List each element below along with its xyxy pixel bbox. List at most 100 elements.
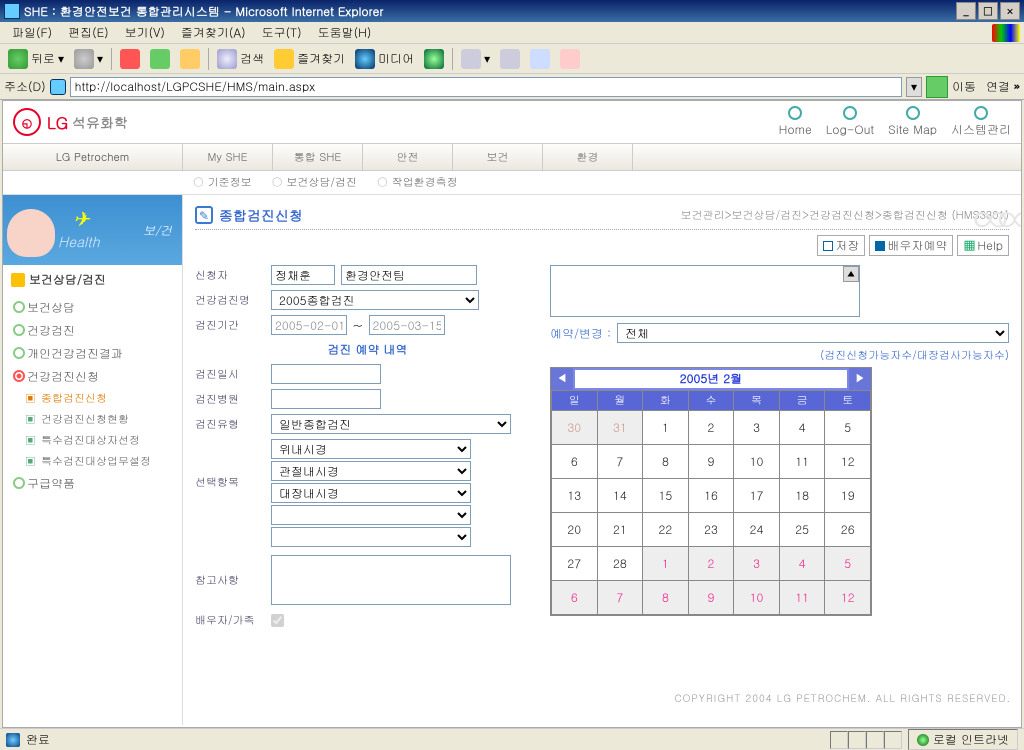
side-apply[interactable]: 건강검진신청	[3, 365, 182, 388]
cal-day[interactable]: 9	[688, 445, 734, 479]
side-sub-special-job[interactable]: 특수검진대상업무설정	[3, 451, 182, 472]
cal-day[interactable]: 24	[734, 513, 780, 547]
go-button[interactable]	[926, 76, 948, 98]
cal-day[interactable]: 1	[643, 411, 689, 445]
media-button[interactable]: 미디어	[351, 47, 418, 71]
tab-safety[interactable]: 안전	[363, 144, 453, 170]
refresh-button[interactable]	[146, 47, 174, 71]
cal-day[interactable]: 7	[597, 445, 643, 479]
scroll-up-icon[interactable]: ▲	[843, 266, 859, 282]
hospital-input[interactable]	[271, 389, 381, 409]
menu-help[interactable]: 도움말(H)	[310, 22, 380, 43]
sysmgr-link[interactable]: 시스템관리	[951, 106, 1011, 138]
menu-edit[interactable]: 편집(E)	[60, 22, 117, 43]
cal-day[interactable]: 18	[779, 479, 825, 513]
family-checkbox[interactable]	[271, 614, 284, 627]
maximize-button[interactable]: □	[978, 2, 998, 20]
cal-day[interactable]: 5	[825, 411, 871, 445]
tab-petrochem[interactable]: LG Petrochem	[3, 144, 183, 170]
side-medicine[interactable]: 구급약품	[3, 472, 182, 495]
cal-day[interactable]: 20	[552, 513, 598, 547]
cal-day[interactable]: 26	[825, 513, 871, 547]
cal-next-button[interactable]: ▶	[849, 368, 871, 390]
period-from-input[interactable]	[271, 315, 347, 335]
home-link[interactable]: Home	[779, 106, 812, 138]
cal-day[interactable]: 30	[552, 411, 598, 445]
cal-day[interactable]: 25	[779, 513, 825, 547]
applicant-name-input[interactable]	[271, 265, 335, 285]
search-button[interactable]: 검색	[213, 47, 268, 71]
sitemap-link[interactable]: Site Map	[888, 106, 937, 138]
side-sub-status[interactable]: 건강검진신청현황	[3, 409, 182, 430]
go-label[interactable]: 이동	[952, 78, 976, 95]
side-sub-apply[interactable]: 종합검진신청	[3, 388, 182, 409]
subnav-consult[interactable]: 보건상담/검진	[272, 175, 357, 190]
tab-health[interactable]: 보건	[453, 144, 543, 170]
spouse-reserve-button[interactable]: 배우자예약	[869, 235, 953, 256]
cal-day[interactable]: 7	[597, 581, 643, 615]
back-button[interactable]: 뒤로 ▾	[4, 47, 68, 71]
cal-day[interactable]: 2	[688, 547, 734, 581]
cal-prev-button[interactable]: ◀	[551, 368, 573, 390]
cal-day[interactable]: 4	[779, 411, 825, 445]
menu-favorites[interactable]: 즐겨찾기(A)	[173, 22, 254, 43]
cal-day[interactable]: 16	[688, 479, 734, 513]
cal-day[interactable]: 19	[825, 479, 871, 513]
subnav-workenv[interactable]: 작업환경측정	[377, 175, 458, 190]
opt3-select[interactable]: 대장내시경	[271, 483, 471, 503]
cal-day[interactable]: 1	[643, 547, 689, 581]
cal-day[interactable]: 11	[779, 445, 825, 479]
cal-day[interactable]: 22	[643, 513, 689, 547]
close-button[interactable]: ×	[1000, 2, 1020, 20]
examdate-input[interactable]	[271, 364, 381, 384]
cal-day[interactable]: 6	[552, 581, 598, 615]
opt4-select[interactable]	[271, 505, 471, 525]
cal-day[interactable]: 27	[552, 547, 598, 581]
cal-day[interactable]: 15	[643, 479, 689, 513]
opt2-select[interactable]: 관절내시경	[271, 461, 471, 481]
more-chevron[interactable]: »	[1014, 78, 1020, 95]
edit-button[interactable]	[526, 47, 554, 71]
cal-day[interactable]: 23	[688, 513, 734, 547]
links-label[interactable]: 연결	[986, 78, 1010, 95]
menu-tools[interactable]: 도구(T)	[254, 22, 310, 43]
cal-day[interactable]: 9	[688, 581, 734, 615]
tab-env[interactable]: 환경	[543, 144, 633, 170]
cal-day[interactable]: 8	[643, 445, 689, 479]
history-button[interactable]	[420, 47, 448, 71]
cal-day[interactable]: 3	[734, 547, 780, 581]
favorites-button[interactable]: 즐겨찾기	[270, 47, 349, 71]
logout-link[interactable]: Log-Out	[826, 106, 874, 138]
cal-day[interactable]: 6	[552, 445, 598, 479]
cal-day[interactable]: 14	[597, 479, 643, 513]
minimize-button[interactable]: _	[956, 2, 976, 20]
stop-button[interactable]	[116, 47, 144, 71]
opt5-select[interactable]	[271, 527, 471, 547]
tab-sheall[interactable]: 통합 SHE	[273, 144, 363, 170]
examtype-select[interactable]: 일반종합검진	[271, 414, 511, 434]
cal-day[interactable]: 4	[779, 547, 825, 581]
cal-day[interactable]: 3	[734, 411, 780, 445]
cal-day[interactable]: 10	[734, 445, 780, 479]
save-button[interactable]: 저장	[817, 235, 865, 256]
cal-day[interactable]: 2	[688, 411, 734, 445]
url-input[interactable]	[70, 77, 902, 97]
cal-day[interactable]: 5	[825, 547, 871, 581]
mail-button[interactable]: ▾	[457, 47, 494, 71]
applicant-dept-input[interactable]	[341, 265, 477, 285]
help-button[interactable]: ▦Help	[957, 235, 1009, 256]
print-button[interactable]	[496, 47, 524, 71]
url-dropdown[interactable]: ▾	[906, 77, 922, 97]
reserve-change-select[interactable]: 전체	[617, 323, 1009, 343]
cal-day[interactable]: 13	[552, 479, 598, 513]
side-personal[interactable]: 개인건강검진결과	[3, 342, 182, 365]
side-consult[interactable]: 보건상담	[3, 296, 182, 319]
side-exam[interactable]: 건강검진	[3, 319, 182, 342]
forward-button[interactable]: ▾	[70, 47, 107, 71]
menu-file[interactable]: 파일(F)	[4, 22, 60, 43]
cal-day[interactable]: 31	[597, 411, 643, 445]
cal-day[interactable]: 10	[734, 581, 780, 615]
memo-area[interactable]: ▲	[550, 265, 860, 317]
cal-day[interactable]: 12	[825, 445, 871, 479]
tab-myshe[interactable]: My SHE	[183, 144, 273, 170]
